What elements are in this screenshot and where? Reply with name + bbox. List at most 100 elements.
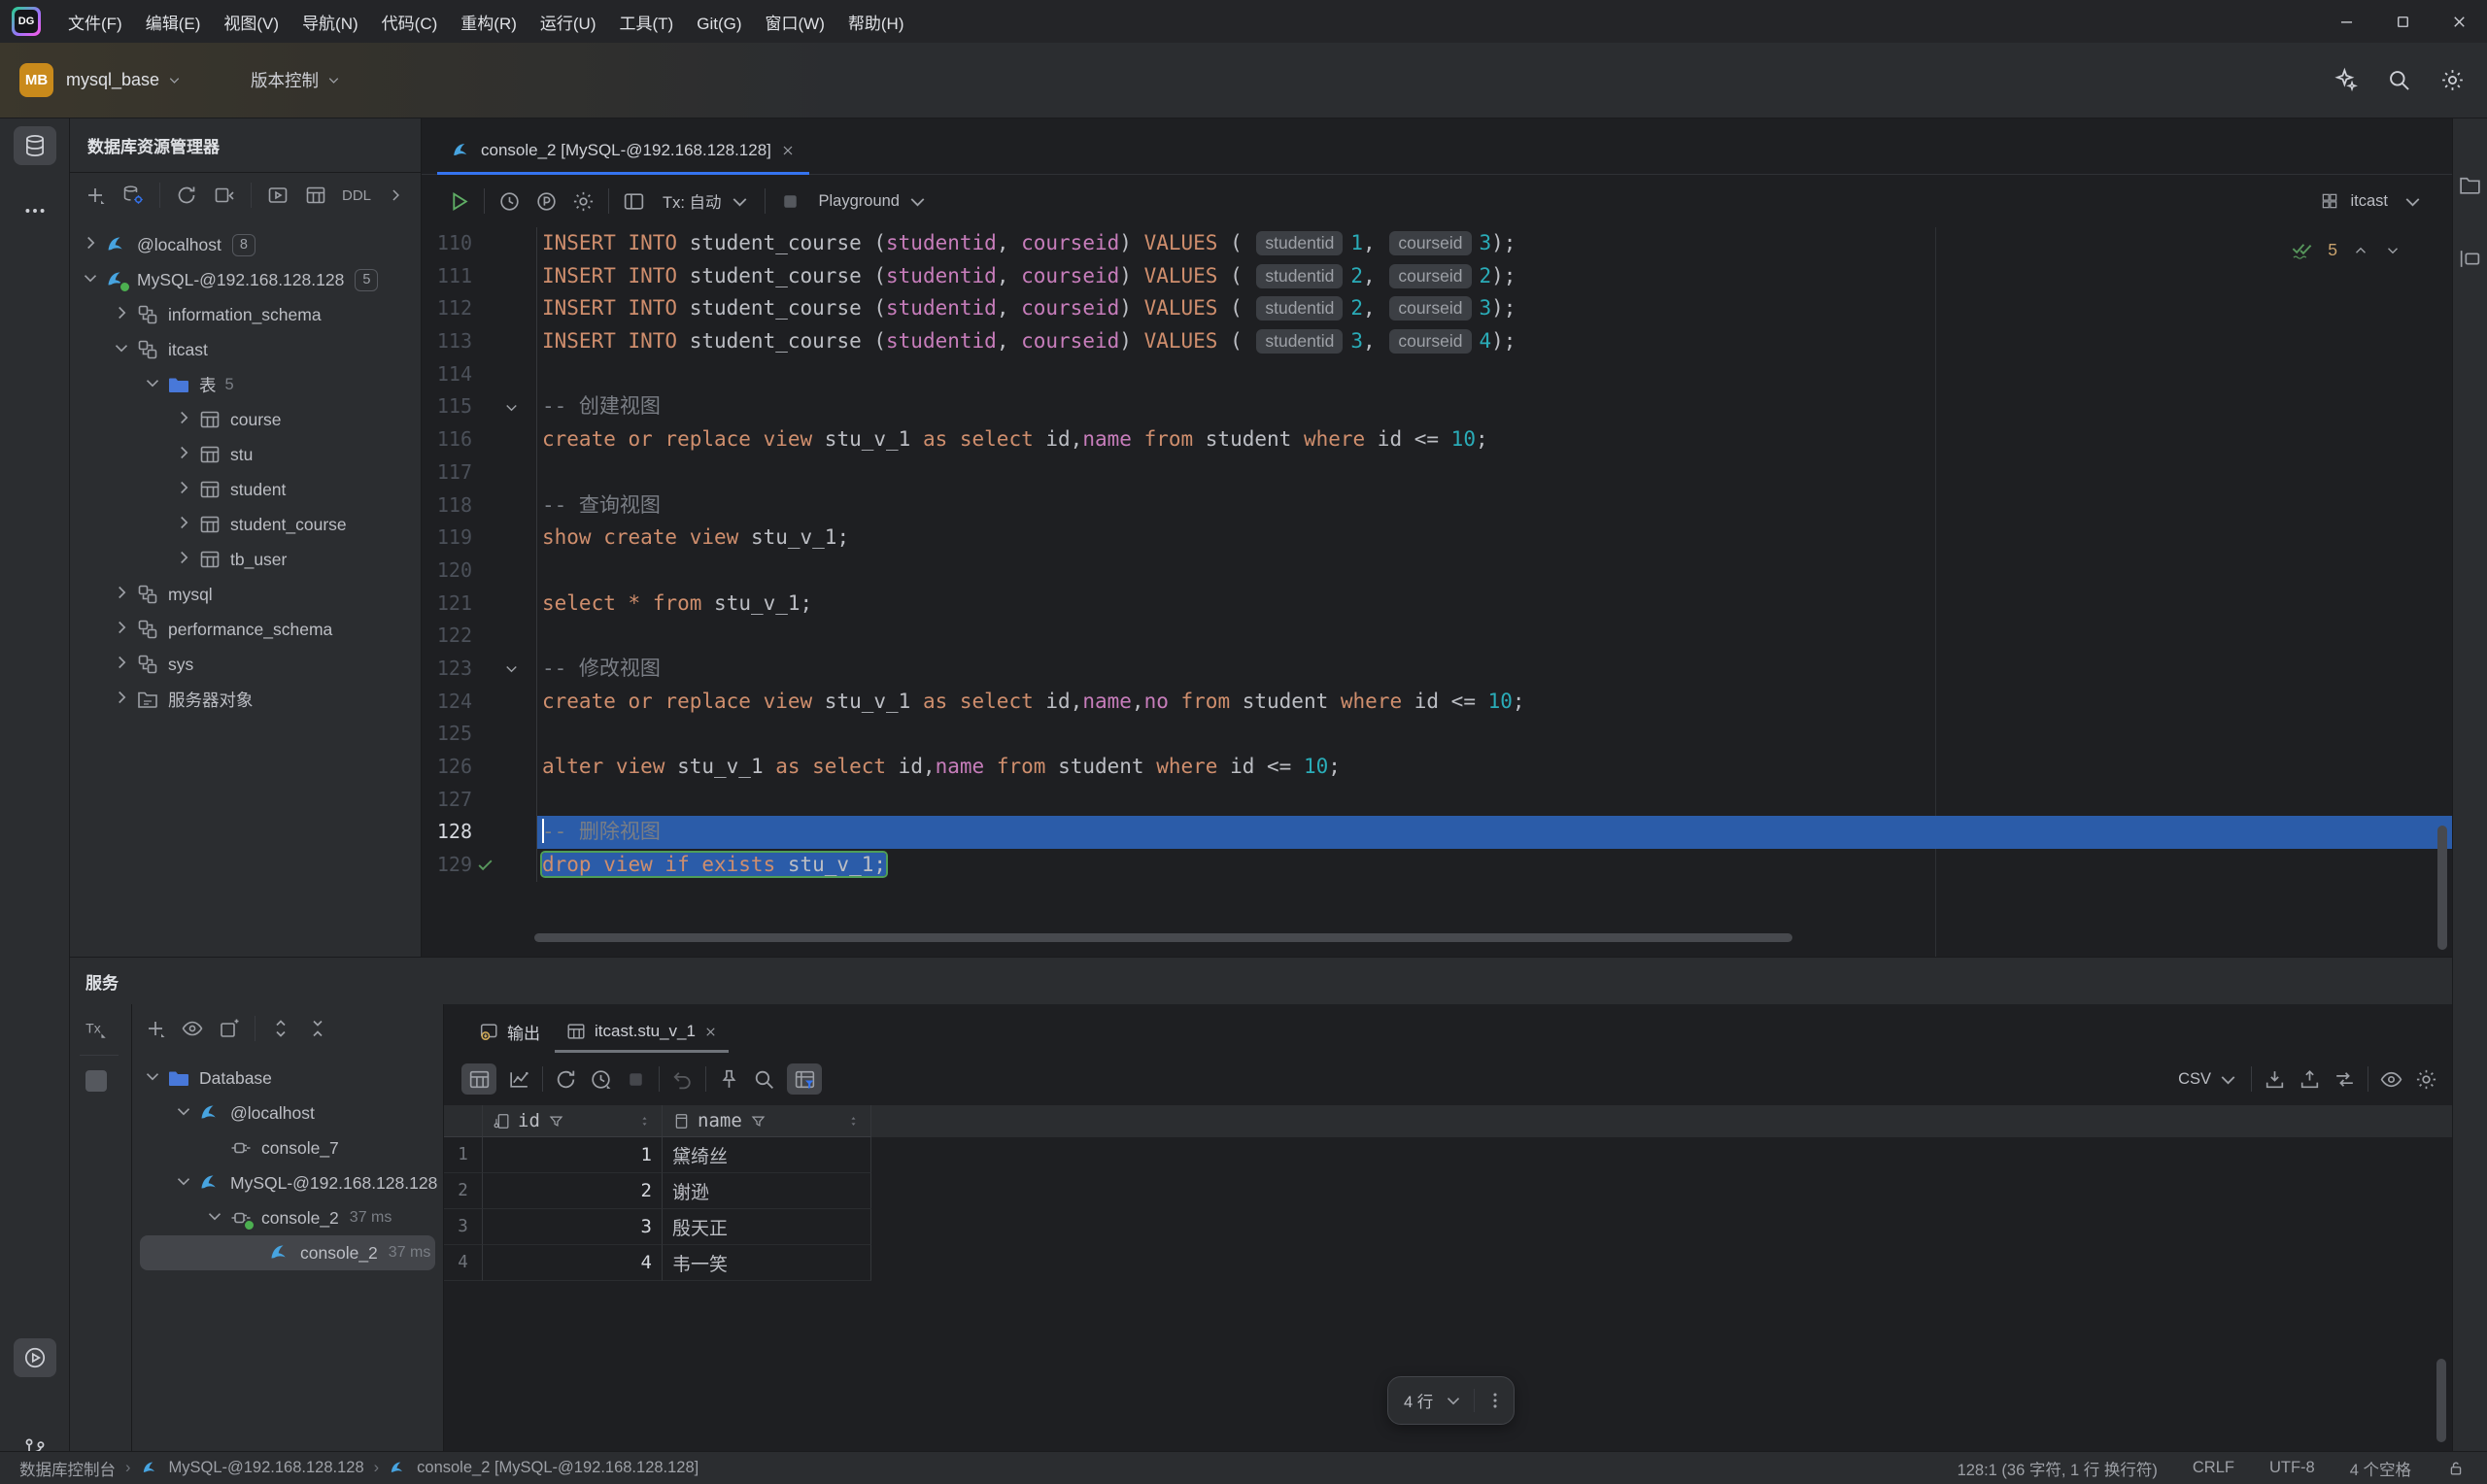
database-changes-toolwindow-icon[interactable] [2458, 247, 2482, 271]
console-settings-icon[interactable] [571, 189, 596, 214]
editor-tab-console2[interactable]: console_2 [MySQL-@192.168.128.128] [437, 127, 809, 174]
tree-chevron-down-icon[interactable] [111, 337, 136, 362]
open-table-icon[interactable] [304, 184, 327, 207]
menu-item-7[interactable]: 工具(T) [608, 10, 686, 38]
chevron-down-icon[interactable] [502, 398, 521, 417]
more-toolwindows-button[interactable] [14, 194, 56, 227]
grid-settings-icon[interactable] [2414, 1067, 2438, 1092]
code-line-118[interactable]: 118-- 查询视图 [422, 489, 2452, 523]
explorer-item-stu[interactable]: stu [70, 437, 421, 472]
code-line-126[interactable]: 126alter view stu_v_1 as select id,name … [422, 751, 2452, 784]
result-grid-tab[interactable]: itcast.stu_v_1 [553, 1010, 731, 1053]
add-service-icon[interactable] [144, 1017, 167, 1040]
column-header-name[interactable]: name [663, 1105, 871, 1137]
search-icon[interactable] [2386, 67, 2412, 93]
lock-open-icon[interactable] [2446, 1459, 2466, 1478]
chevron-down-icon[interactable] [204, 1205, 225, 1227]
chevron-down-icon[interactable] [142, 372, 163, 393]
fold-region-toggle[interactable] [498, 395, 525, 419]
code-line-117[interactable]: 117 [422, 456, 2452, 489]
rollback-icon[interactable] [213, 184, 236, 207]
chevron-right-icon[interactable] [173, 477, 194, 498]
fold-region-toggle[interactable] [498, 658, 525, 681]
breadcrumb-item-2[interactable]: console_2 [MySQL-@192.168.128.128] [417, 1459, 698, 1477]
reload-data-icon[interactable] [554, 1067, 578, 1092]
tx-mode-selector[interactable]: Tx: 自动 [663, 189, 722, 213]
close-tab-icon[interactable] [703, 1025, 718, 1039]
code-line-115[interactable]: 115-- 创建视图 [422, 390, 2452, 423]
code-line-110[interactable]: 110INSERT INTO student_course (studentid… [422, 227, 2452, 260]
undo-icon[interactable] [670, 1067, 695, 1092]
settings-gear-icon[interactable] [2439, 67, 2466, 93]
ai-assistant-icon[interactable] [2333, 67, 2359, 93]
service-item-console_7[interactable]: console_7 [132, 1130, 443, 1165]
tree-chevron-right-icon[interactable] [173, 547, 198, 572]
row-number[interactable]: 1 [444, 1137, 483, 1173]
column-header-id[interactable]: id [483, 1105, 663, 1137]
tree-chevron-right-icon[interactable] [111, 582, 136, 607]
service-item-@localhost[interactable]: @localhost [132, 1096, 443, 1130]
menu-item-8[interactable]: Git(G) [685, 10, 753, 38]
tx-icon[interactable]: Tx [84, 1016, 109, 1041]
tree-chevron-right-icon[interactable] [173, 477, 198, 502]
refresh-icon[interactable] [175, 184, 198, 207]
explorer-item-MySQL-@192.168.128.128[interactable]: MySQL-@192.168.128.1285 [70, 262, 421, 297]
menu-item-9[interactable]: 窗口(W) [754, 10, 836, 38]
tree-chevron-down-icon[interactable] [142, 372, 167, 397]
menu-item-4[interactable]: 代码(C) [370, 10, 450, 38]
funnel-icon[interactable] [547, 1112, 565, 1130]
chevron-right-icon[interactable] [173, 407, 194, 428]
code-line-121[interactable]: 121select * from stu_v_1; [422, 588, 2452, 621]
sort-icon[interactable] [637, 1114, 652, 1129]
chevron-down-icon[interactable] [80, 267, 101, 288]
services-toolwindow-button[interactable] [14, 1338, 56, 1377]
tree-chevron-right-icon[interactable] [111, 652, 136, 677]
menu-item-1[interactable]: 编辑(E) [134, 10, 213, 38]
menu-item-10[interactable]: 帮助(H) [836, 10, 916, 38]
stop-query-icon[interactable] [624, 1067, 648, 1092]
chevron-down-icon[interactable] [173, 1170, 194, 1192]
tree-chevron-down-icon[interactable] [204, 1205, 229, 1231]
next-problem-icon[interactable] [2384, 242, 2402, 259]
breadcrumb-item-1[interactable]: MySQL-@192.168.128.128 [169, 1459, 364, 1477]
service-item-MySQL-@192.168.128.128[interactable]: MySQL-@192.168.128.128 [132, 1165, 443, 1200]
chevron-right-icon[interactable] [80, 232, 101, 253]
explorer-item-student_course[interactable]: student_course [70, 507, 421, 542]
find-in-grid-icon[interactable] [752, 1067, 776, 1092]
filter-grid-button[interactable] [787, 1063, 822, 1095]
explorer-item-information_schema[interactable]: information_schema [70, 297, 421, 332]
explorer-item-course[interactable]: course [70, 402, 421, 437]
code-line-127[interactable]: 127 [422, 784, 2452, 817]
tree-chevron-right-icon[interactable] [173, 407, 198, 432]
grid-corner[interactable] [444, 1105, 483, 1137]
cell-name[interactable]: 黛绮丝 [663, 1137, 871, 1173]
prev-problem-icon[interactable] [2352, 242, 2369, 259]
code-line-112[interactable]: 112INSERT INTO student_course (studentid… [422, 292, 2452, 325]
inspections-widget[interactable]: 5 [2291, 239, 2402, 261]
chart-view-icon[interactable] [507, 1067, 531, 1092]
stop-button[interactable] [778, 189, 802, 214]
menu-item-2[interactable]: 视图(V) [212, 10, 290, 38]
grid-scrollbar[interactable] [2436, 1359, 2446, 1442]
chevron-down-icon[interactable] [142, 1065, 163, 1087]
export-format-selector[interactable]: CSV [2178, 1067, 2240, 1092]
code-line-129[interactable]: 129drop view if exists stu_v_1; [422, 849, 2452, 882]
code-line-125[interactable]: 125 [422, 718, 2452, 751]
cell-id[interactable]: 4 [483, 1245, 663, 1281]
in-editor-results-icon[interactable] [622, 189, 646, 214]
run-button[interactable] [447, 189, 471, 214]
row-number[interactable]: 3 [444, 1209, 483, 1245]
cell-id[interactable]: 3 [483, 1209, 663, 1245]
code-line-113[interactable]: 113INSERT INTO student_course (studentid… [422, 325, 2452, 358]
encoding-widget[interactable]: UTF-8 [2269, 1459, 2315, 1477]
code-line-124[interactable]: 124create or replace view stu_v_1 as sel… [422, 686, 2452, 719]
tree-chevron-right-icon[interactable] [173, 442, 198, 467]
cell-name[interactable]: 殷天正 [663, 1209, 871, 1245]
code-line-128[interactable]: 128-- 删除视图 [422, 816, 2452, 849]
export-data-icon[interactable] [2263, 1067, 2287, 1092]
explain-plan-icon[interactable] [534, 189, 559, 214]
code-editor[interactable]: 110INSERT INTO student_course (studentid… [422, 227, 2452, 957]
stop-all-icon[interactable] [85, 1070, 107, 1092]
collapse-all-icon[interactable] [306, 1017, 329, 1040]
row-number[interactable]: 2 [444, 1173, 483, 1209]
